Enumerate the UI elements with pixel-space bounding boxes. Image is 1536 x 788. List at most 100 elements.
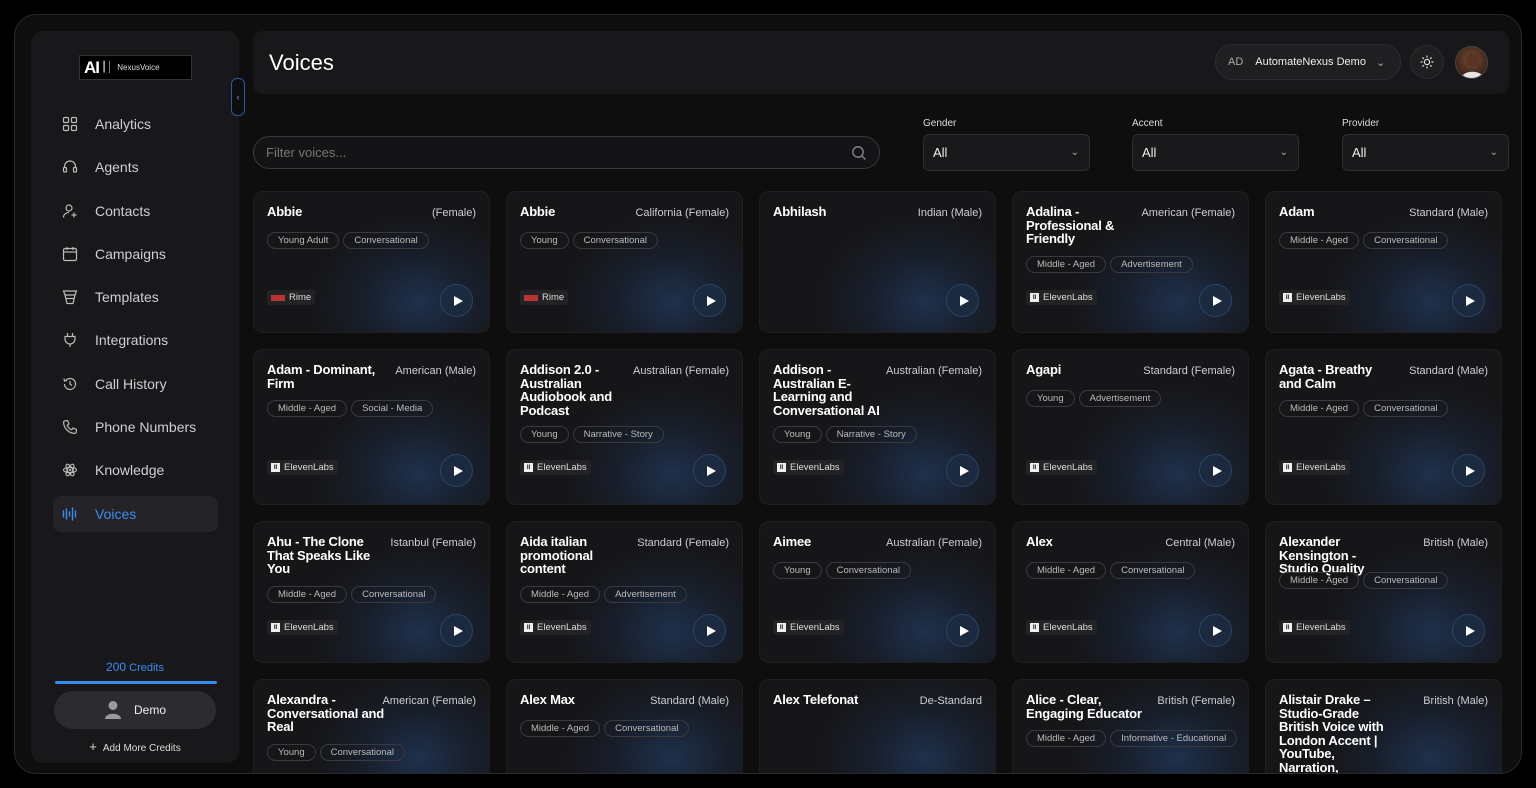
collapse-sidebar-button[interactable]: ‹ — [231, 78, 245, 116]
voice-tag: Middle - Aged — [1026, 562, 1107, 579]
theme-toggle-button[interactable] — [1410, 45, 1444, 79]
play-voice-button[interactable] — [1199, 614, 1232, 647]
sidebar-item-contacts[interactable]: Contacts — [53, 193, 218, 229]
voices-grid: Abbie (Female) Young Adult Conversational Ri… — [253, 191, 1505, 773]
voice-name: Aimee — [773, 534, 812, 549]
voice-tags: Young Narrative - Story — [520, 426, 664, 443]
profile-avatar[interactable] — [1455, 46, 1488, 79]
accent-filter-select[interactable]: All ⌄ — [1132, 134, 1299, 171]
play-voice-button[interactable] — [1199, 284, 1232, 317]
search-icon[interactable] — [851, 145, 867, 161]
sidebar-item-label: Contacts — [95, 202, 151, 219]
voice-card[interactable]: Addison - Australian E-Learning and Conv… — [759, 349, 996, 505]
sidebar-item-knowledge[interactable]: Knowledge — [53, 452, 218, 488]
voice-card[interactable]: Alex Max Standard (Male) Middle - Aged Conv… — [506, 679, 743, 773]
voice-tag: Conversational — [1363, 232, 1449, 249]
play-voice-button[interactable] — [693, 454, 726, 487]
play-voice-button[interactable] — [1199, 454, 1232, 487]
play-icon — [453, 625, 463, 636]
voice-card[interactable]: Abbie California (Female) Young Conversatio… — [506, 191, 743, 333]
voice-card[interactable]: Adalina - Professional & Friendly America… — [1012, 191, 1249, 333]
sidebar-item-integrations[interactable]: Integrations — [53, 322, 218, 358]
atom-icon — [62, 462, 78, 478]
sidebar-item-analytics[interactable]: Analytics — [53, 106, 218, 142]
play-voice-button[interactable] — [1452, 614, 1485, 647]
sidebar-item-phone-numbers[interactable]: Phone Numbers — [53, 409, 218, 445]
voice-tags: Young Adult Conversational — [267, 232, 429, 249]
play-voice-button[interactable] — [693, 614, 726, 647]
sidebar-item-label: Agents — [95, 159, 139, 176]
voice-tag: Narrative - Story — [825, 426, 917, 443]
voice-card[interactable]: Aida italian promotional content Standard… — [506, 521, 743, 663]
search-input[interactable] — [266, 137, 836, 168]
voice-card[interactable]: Addison 2.0 - Australian Audiobook and P… — [506, 349, 743, 505]
play-voice-button[interactable] — [1452, 284, 1485, 317]
chevron-down-icon: ⌄ — [1375, 56, 1386, 69]
sidebar-item-agents[interactable]: Agents — [53, 149, 218, 185]
play-icon — [959, 625, 969, 636]
account-switcher[interactable]: AD AutomateNexus Demo ⌄ — [1215, 44, 1401, 80]
provider-name: ElevenLabs — [790, 462, 840, 473]
play-voice-button[interactable] — [1452, 454, 1485, 487]
voice-card[interactable]: Alexandra - Conversational and Real Ameri… — [253, 679, 490, 773]
voice-tag: Conversational — [1110, 562, 1196, 579]
voice-card[interactable]: Agata - Breathy and Calm Standard (Male) M… — [1265, 349, 1502, 505]
play-voice-button[interactable] — [440, 284, 473, 317]
sidebar-item-voices[interactable]: Voices — [53, 495, 218, 532]
sidebar-nav: Analytics Agents Contacts Campaigns Template… — [53, 106, 218, 539]
sidebar-item-call-history[interactable]: Call History — [53, 366, 218, 402]
play-voice-button[interactable] — [693, 284, 726, 317]
voice-card[interactable]: Alexander Kensington - Studio Quality Bri… — [1265, 521, 1502, 663]
logo-text: NexusVoice — [117, 63, 160, 72]
play-voice-button[interactable] — [440, 454, 473, 487]
voice-name: Addison - Australian E-Learning and Conv… — [773, 362, 880, 418]
elevenlabs-logo-icon: II — [777, 463, 786, 472]
voice-tag: Middle - Aged — [1279, 232, 1360, 249]
provider-badge: Rime — [520, 290, 569, 305]
voice-accent-gender: Standard (Female) — [1143, 365, 1235, 377]
voice-card[interactable]: Alex Telefonat De-Standard — [759, 679, 996, 773]
voice-accent-gender: British (Male) — [1423, 537, 1488, 549]
play-voice-button[interactable] — [946, 454, 979, 487]
calendar-icon — [62, 246, 78, 262]
account-initials: AD — [1228, 56, 1244, 68]
voice-accent-gender: Australian (Female) — [633, 365, 729, 377]
chevron-down-icon: ⌄ — [1279, 147, 1288, 158]
voice-name: Abbie — [520, 204, 556, 219]
history-icon — [62, 376, 78, 392]
voice-name: Adam - Dominant, Firm — [267, 362, 376, 391]
voice-tag: Advertisement — [604, 586, 687, 603]
voice-card[interactable]: Alice - Clear, Engaging Educator British … — [1012, 679, 1249, 773]
voice-card[interactable]: Adam - Dominant, Firm American (Male) Midd… — [253, 349, 490, 505]
profile-photo — [1460, 53, 1485, 78]
voice-card[interactable]: Agapi Standard (Female) Young Advertisement… — [1012, 349, 1249, 505]
voice-card[interactable]: Aimee Australian (Female) Young Conversatio… — [759, 521, 996, 663]
voice-card[interactable]: Alex Central (Male) Middle - Aged Conversat… — [1012, 521, 1249, 663]
user-menu-button[interactable]: Demo — [54, 691, 216, 729]
voice-tag: Young — [520, 232, 569, 249]
sidebar-item-campaigns[interactable]: Campaigns — [53, 236, 218, 272]
sidebar-item-label: Phone Numbers — [95, 419, 197, 436]
rime-logo-icon — [271, 294, 285, 301]
voice-card[interactable]: Abhilash Indian (Male) — [759, 191, 996, 333]
play-voice-button[interactable] — [946, 614, 979, 647]
play-icon — [1465, 465, 1475, 476]
provider-name: Rime — [289, 292, 312, 303]
voice-tags: Middle - Aged Advertisement — [1026, 256, 1193, 273]
voice-card[interactable]: Adam Standard (Male) Middle - Aged Conversa… — [1265, 191, 1502, 333]
gender-filter-select[interactable]: All ⌄ — [923, 134, 1090, 171]
play-voice-button[interactable] — [946, 284, 979, 317]
sidebar-item-templates[interactable]: Templates — [53, 279, 218, 315]
add-credits-button[interactable]: + Add More Credits — [31, 739, 239, 754]
provider-filter-select[interactable]: All ⌄ — [1342, 134, 1509, 171]
voice-card[interactable]: Abbie (Female) Young Adult Conversational Ri… — [253, 191, 490, 333]
voice-tag: Middle - Aged — [267, 400, 348, 417]
voice-card[interactable]: Ahu - The Clone That Speaks Like You Ista… — [253, 521, 490, 663]
app-logo[interactable]: AI ┃│ NexusVoice — [79, 55, 192, 80]
elevenlabs-logo-icon: II — [1030, 463, 1039, 472]
provider-badge: II ElevenLabs — [520, 620, 591, 635]
user-name: Demo — [133, 703, 166, 717]
play-voice-button[interactable] — [440, 614, 473, 647]
user-avatar-icon — [104, 701, 121, 719]
voice-card[interactable]: Alistair Drake – Studio-Grade British Vo… — [1265, 679, 1502, 773]
